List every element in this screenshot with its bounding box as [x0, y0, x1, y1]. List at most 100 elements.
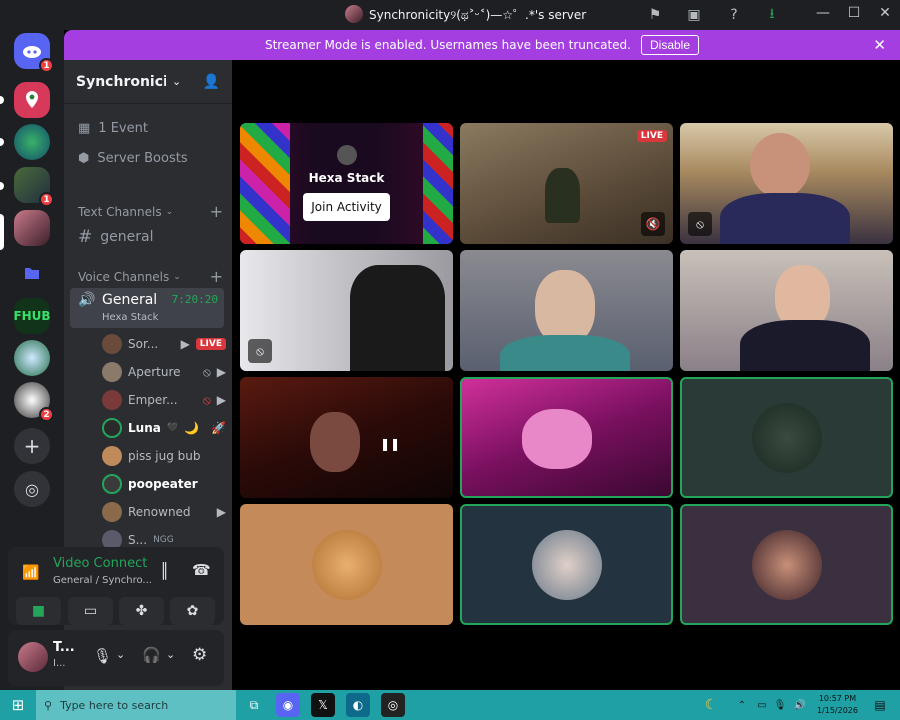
disconnect-icon[interactable]: ☎ — [192, 561, 211, 579]
discord-home-icon[interactable]: 1 — [14, 33, 54, 73]
map-server-icon[interactable] — [14, 82, 50, 118]
voice-member[interactable]: Aperture ⦸ ▶ — [102, 362, 226, 382]
user-panel: T... I... 🎙 ⌄ 🎧 ⌄ ⚙ — [8, 630, 224, 686]
volume-icon[interactable]: 🔊 — [788, 693, 812, 717]
taskbar-clock[interactable]: 10:57 PM 1/15/2026 — [817, 693, 858, 717]
video-tile[interactable]: ⦸ — [240, 250, 453, 371]
x-app-icon[interactable]: 𝕏 — [311, 693, 335, 717]
person-face — [535, 270, 595, 345]
video-tile[interactable] — [240, 504, 453, 625]
video-tile[interactable] — [460, 377, 673, 498]
download-icon[interactable]: ⭳ — [761, 4, 783, 26]
add-friend-icon[interactable]: 👤 — [203, 74, 220, 90]
rocket-icon: 🚀 — [211, 421, 226, 435]
video-tile[interactable] — [680, 504, 893, 625]
soundboard-button[interactable]: ✿ — [170, 597, 215, 625]
add-channel-icon[interactable]: + — [210, 202, 223, 221]
obs-app-icon[interactable]: ◎ — [381, 693, 405, 717]
help-icon[interactable]: ? — [723, 4, 745, 26]
text-channels-category[interactable]: Text Channels ⌄ + — [78, 202, 223, 221]
folder-icon[interactable] — [14, 255, 50, 291]
wolf-server-icon[interactable] — [14, 340, 50, 376]
activity-title: Hexa Stack — [308, 171, 385, 185]
camera-icon: ▶ — [180, 337, 190, 351]
activity-tile[interactable]: Hexa Stack Join Activity — [240, 123, 453, 244]
voice-member[interactable]: Renowned ▶ — [102, 502, 226, 522]
video-tile[interactable]: ⦸ — [680, 123, 893, 244]
person-body — [350, 265, 445, 371]
maximize-button[interactable]: ☐ — [842, 5, 866, 21]
camera-icon: ▶ — [216, 393, 226, 407]
server-boosts-row[interactable]: ⬢ Server Boosts — [78, 151, 188, 166]
video-tile[interactable] — [460, 250, 673, 371]
stream-icon[interactable]: ▣ — [683, 4, 705, 26]
globe-server-icon[interactable] — [14, 124, 50, 160]
voice-activity: Hexa Stack — [102, 312, 159, 323]
microphone-icon[interactable]: 🎙 — [93, 647, 112, 665]
disable-button[interactable]: Disable — [640, 35, 700, 55]
activities-button[interactable]: ✤ — [119, 597, 164, 625]
camera-icon: ▶ — [216, 505, 226, 519]
chevron-down-icon[interactable]: ⌄ — [116, 648, 125, 661]
chevron-down-icon: ⌄ — [173, 271, 181, 282]
voice-status[interactable]: Video Connecte — [53, 556, 148, 571]
voice-member[interactable]: Luna 🖤 🌙 🚀 — [102, 418, 226, 438]
video-tile[interactable] — [460, 504, 673, 625]
taskbar-search[interactable]: ⚲ Type here to search — [36, 690, 236, 720]
person-body — [500, 335, 630, 371]
mute-stream-icon[interactable]: 🔇 — [641, 212, 665, 236]
camera-button[interactable]: ■ — [16, 597, 61, 625]
camera-icon: ▶ — [216, 365, 226, 379]
video-tile[interactable] — [680, 250, 893, 371]
pause-icon[interactable]: ❚❚ — [378, 432, 402, 456]
avatar[interactable] — [18, 642, 48, 672]
minimize-button[interactable]: — — [811, 5, 835, 21]
video-tile[interactable]: LIVE 🔇 — [460, 123, 673, 244]
join-activity-button[interactable]: Join Activity — [303, 193, 390, 221]
title-bar: Synchronicity୨(ಥ˃ᵕ˂)—☆゜.*'s server ⚑ ▣ ?… — [0, 0, 900, 30]
events-row[interactable]: ▦ 1 Event — [78, 121, 148, 136]
noise-suppression-icon[interactable]: ║ — [160, 562, 169, 580]
voice-connection-panel: 📶 Video Connecte General / Synchro... ║ … — [8, 547, 224, 625]
server-name: Synchronici... — [76, 73, 166, 90]
chevron-down-icon[interactable]: ⌄ — [166, 648, 175, 661]
video-tile[interactable]: ❚❚ — [240, 377, 453, 498]
video-grid: Hexa Stack Join Activity LIVE 🔇 ⦸ ⦸ ❚❚ — [232, 60, 900, 690]
headphones-icon[interactable]: 🎧 — [142, 646, 161, 664]
server-header[interactable]: Synchronici... ⌄ 👤 — [64, 60, 232, 104]
edge-app-icon[interactable]: ◐ — [346, 693, 370, 717]
notifications-icon[interactable]: ▤ — [868, 693, 892, 717]
close-window-button[interactable]: ✕ — [873, 5, 897, 21]
hashtag-icon: # — [78, 227, 93, 247]
screen-share-button[interactable]: ▭ — [68, 597, 113, 625]
chevron-down-icon: ⌄ — [165, 206, 174, 217]
mic-muted-icon: ⦸ — [202, 364, 211, 379]
channel-general[interactable]: # general — [78, 227, 153, 247]
group-server-icon[interactable]: 1 — [14, 167, 54, 207]
voice-member[interactable]: Sor... ▶ LIVE — [102, 334, 226, 354]
voice-member[interactable]: piss jug bub — [102, 446, 226, 466]
person-face — [310, 412, 360, 472]
moon-icon[interactable]: ☾ — [699, 693, 723, 717]
voice-channel-general[interactable]: 🔊 General 7:20:20 Hexa Stack — [70, 288, 224, 328]
close-icon[interactable]: ✕ — [873, 36, 886, 54]
windows-start-icon[interactable]: ⊞ — [6, 693, 30, 717]
add-channel-icon[interactable]: + — [210, 267, 223, 286]
voice-member[interactable]: Emper... ⦸ ▶ — [102, 390, 226, 410]
synchronicity-server-icon[interactable] — [14, 210, 50, 246]
discover-icon[interactable]: ◎ — [14, 471, 50, 507]
gear-icon[interactable]: ⚙ — [192, 645, 207, 665]
signal-icon[interactable]: 📶 — [22, 565, 39, 581]
fhub-server-icon[interactable]: FHUB — [13, 298, 51, 334]
video-tile[interactable] — [680, 377, 893, 498]
discord-app-icon[interactable]: ◉ — [276, 693, 300, 717]
voice-member[interactable]: poopeater — [102, 474, 226, 494]
person-face — [750, 133, 810, 198]
add-server-icon[interactable]: + — [14, 428, 50, 464]
inbox-flag-icon[interactable]: ⚑ — [644, 4, 666, 26]
orb-server-icon[interactable]: 2 — [14, 382, 54, 422]
task-view-icon[interactable]: ⧉ — [242, 693, 266, 717]
voice-channels-category[interactable]: Voice Channels ⌄ + — [78, 267, 223, 286]
voice-location[interactable]: General / Synchro... — [53, 575, 152, 586]
unread-pill — [0, 182, 4, 190]
